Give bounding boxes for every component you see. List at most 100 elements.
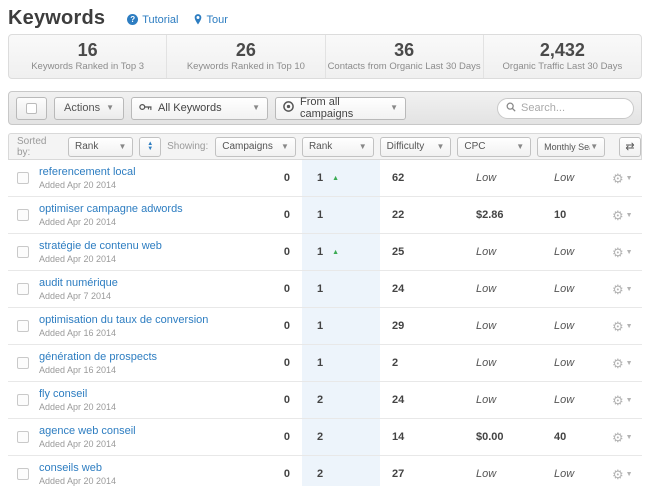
- chevron-down-icon: ▼: [118, 143, 126, 151]
- column-select-campaigns[interactable]: Campaigns ▼: [215, 137, 296, 157]
- select-all-checkbox[interactable]: [26, 103, 37, 114]
- stat-traffic: 2,432 Organic Traffic Last 30 Days: [483, 35, 641, 78]
- select-all-checkbox-button[interactable]: [16, 97, 47, 120]
- chevron-down-icon: ▼: [626, 212, 633, 219]
- stat-contacts: 36 Contacts from Organic Last 30 Days: [325, 35, 483, 78]
- row-actions-button[interactable]: ⚙ ▼: [612, 283, 642, 296]
- chevron-down-icon: ▼: [626, 434, 633, 441]
- page-header: Keywords ? Tutorial Tour: [8, 0, 642, 30]
- chevron-down-icon: ▼: [390, 104, 398, 112]
- row-actions-button[interactable]: ⚙ ▼: [612, 468, 642, 481]
- keyword-link[interactable]: stratégie de contenu web: [39, 240, 162, 252]
- campaign-filter-select[interactable]: From all campaigns ▼: [275, 97, 406, 120]
- monthly-searches-value: Low: [538, 246, 612, 258]
- row-actions-button[interactable]: ⚙ ▼: [612, 209, 642, 222]
- search-input[interactable]: [521, 102, 625, 114]
- gear-icon: ⚙: [612, 320, 624, 333]
- cpc-value: Low: [458, 246, 538, 258]
- keywords-filter-select[interactable]: All Keywords ▼: [131, 97, 268, 120]
- column-select-monthly-searches[interactable]: Monthly Searches ▼: [537, 137, 605, 157]
- cpc-value: Low: [458, 283, 538, 295]
- row-checkbox[interactable]: [17, 394, 29, 406]
- column-select-rank[interactable]: Rank ▼: [302, 137, 374, 157]
- actions-button[interactable]: Actions ▼: [54, 97, 124, 120]
- row-actions-button[interactable]: ⚙ ▼: [612, 357, 642, 370]
- keyword-link[interactable]: optimiser campagne adwords: [39, 203, 183, 215]
- table-row: stratégie de contenu web Added Apr 20 20…: [8, 234, 642, 271]
- rank-value: 1: [317, 172, 323, 184]
- difficulty-value: 22: [380, 209, 458, 221]
- chevron-down-icon: ▼: [626, 471, 633, 478]
- sort-by-select[interactable]: Rank ▼: [68, 137, 133, 157]
- rank-cell: 1 ▲: [302, 308, 380, 344]
- row-actions-button[interactable]: ⚙ ▼: [612, 320, 642, 333]
- row-checkbox[interactable]: [17, 246, 29, 258]
- row-checkbox[interactable]: [17, 320, 29, 332]
- stat-top3: 16 Keywords Ranked in Top 3: [9, 35, 166, 78]
- row-actions-button[interactable]: ⚙ ▼: [612, 172, 642, 185]
- down-triangle-icon: ▼: [147, 147, 153, 152]
- gear-icon: ⚙: [612, 209, 624, 222]
- column-select-difficulty[interactable]: Difficulty ▼: [380, 137, 452, 157]
- rank-value: 2: [317, 394, 323, 406]
- stat-label: Contacts from Organic Last 30 Days: [326, 61, 483, 72]
- campaigns-value: 0: [215, 209, 302, 221]
- campaigns-value: 0: [215, 246, 302, 258]
- difficulty-value: 27: [380, 468, 458, 480]
- row-checkbox[interactable]: [17, 283, 29, 295]
- stat-label: Keywords Ranked in Top 3: [9, 61, 166, 72]
- difficulty-value: 62: [380, 172, 458, 184]
- cpc-value: Low: [458, 468, 538, 480]
- column-select-cpc[interactable]: CPC ▼: [457, 137, 531, 157]
- keyword-link[interactable]: génération de prospects: [39, 351, 157, 363]
- column-settings-button[interactable]: ⇄: [619, 137, 641, 157]
- row-checkbox[interactable]: [17, 468, 29, 480]
- chevron-down-icon: ▼: [626, 249, 633, 256]
- chevron-down-icon: ▼: [626, 175, 633, 182]
- sort-direction-button[interactable]: ▲ ▼: [139, 137, 161, 157]
- rank-cell: 1 ▲: [302, 271, 380, 307]
- keyword-link[interactable]: optimisation du taux de conversion: [39, 314, 208, 326]
- table-row: génération de prospects Added Apr 16 201…: [8, 345, 642, 382]
- keyword-link[interactable]: agence web conseil: [39, 425, 136, 437]
- tour-link[interactable]: Tour: [194, 14, 227, 26]
- swap-arrows-icon: ⇄: [625, 140, 634, 153]
- chevron-down-icon: ▼: [516, 143, 524, 151]
- row-checkbox[interactable]: [17, 172, 29, 184]
- cpc-value: $0.00: [458, 431, 538, 443]
- toolbar: Actions ▼ All Keywords ▼ From all campai…: [8, 91, 642, 125]
- keyword-link[interactable]: conseils web: [39, 462, 116, 474]
- difficulty-value: 2: [380, 357, 458, 369]
- campaigns-value: 0: [215, 283, 302, 295]
- keyword-link[interactable]: fly conseil: [39, 388, 116, 400]
- difficulty-value: 14: [380, 431, 458, 443]
- monthly-searches-value: Low: [538, 320, 612, 332]
- row-actions-button[interactable]: ⚙ ▼: [612, 246, 642, 259]
- gear-icon: ⚙: [612, 394, 624, 407]
- chevron-down-icon: ▼: [626, 323, 633, 330]
- tutorial-link[interactable]: ? Tutorial: [127, 14, 178, 26]
- sorted-by-label: Sorted by:: [17, 136, 62, 158]
- search-box[interactable]: [497, 98, 634, 119]
- rank-cell: 1 ▲: [302, 160, 380, 196]
- table-row: fly conseil Added Apr 20 2014 0 2 ▲ 24 L…: [8, 382, 642, 419]
- keywords-filter-value: All Keywords: [158, 102, 222, 114]
- keyword-added-date: Added Apr 16 2014: [39, 328, 208, 338]
- gear-icon: ⚙: [612, 357, 624, 370]
- keyword-added-date: Added Apr 16 2014: [39, 365, 157, 375]
- keyword-link[interactable]: audit numérique: [39, 277, 118, 289]
- sort-by-value: Rank: [75, 141, 98, 152]
- chevron-down-icon: ▼: [626, 286, 633, 293]
- row-checkbox[interactable]: [17, 209, 29, 221]
- row-actions-button[interactable]: ⚙ ▼: [612, 431, 642, 444]
- row-checkbox[interactable]: [17, 431, 29, 443]
- keyword-link[interactable]: referencement local: [39, 166, 136, 178]
- keyword-added-date: Added Apr 20 2014: [39, 439, 136, 449]
- row-checkbox[interactable]: [17, 357, 29, 369]
- key-icon: [139, 102, 152, 114]
- row-actions-button[interactable]: ⚙ ▼: [612, 394, 642, 407]
- campaigns-value: 0: [215, 394, 302, 406]
- rank-value: 1: [317, 246, 323, 258]
- cpc-value: Low: [458, 394, 538, 406]
- campaigns-value: 0: [215, 468, 302, 480]
